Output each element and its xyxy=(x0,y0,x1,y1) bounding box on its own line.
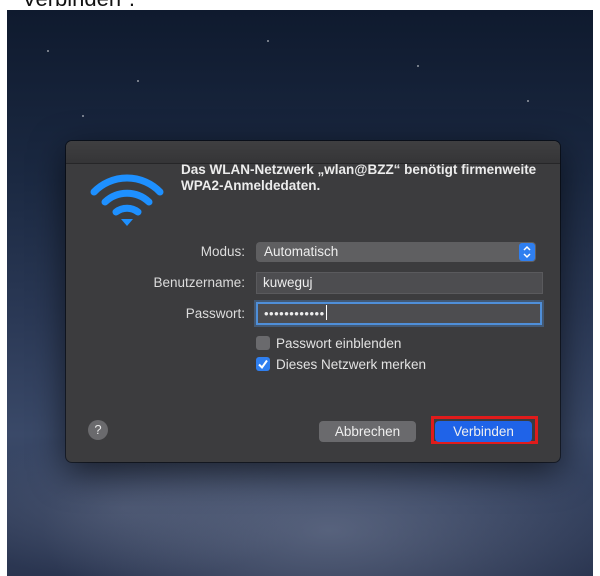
star-dot xyxy=(267,40,269,42)
show-password-option[interactable]: Passwort einblenden xyxy=(256,334,401,352)
cancel-button[interactable]: Abbrechen xyxy=(319,421,416,442)
remember-network-option[interactable]: Dieses Netzwerk merken xyxy=(256,355,426,373)
checkbox-unchecked-icon[interactable] xyxy=(256,336,270,350)
dialog-message: Das WLAN-Netzwerk „wlan@BZZ“ benötigt fi… xyxy=(181,162,537,193)
star-dot xyxy=(82,115,84,117)
connect-button[interactable]: Verbinden xyxy=(435,421,532,442)
star-dot xyxy=(417,65,419,67)
username-label: Benutzername: xyxy=(153,275,245,290)
password-dots: •••••••••••• xyxy=(264,306,325,321)
desktop-background: Das WLAN-Netzwerk „wlan@BZZ“ benötigt fi… xyxy=(7,10,593,576)
wifi-icon xyxy=(90,174,164,226)
show-password-label: Passwort einblenden xyxy=(276,335,402,351)
modus-value: Automatisch xyxy=(264,244,339,259)
remember-network-label: Dieses Netzwerk merken xyxy=(276,356,427,372)
wifi-login-dialog: Das WLAN-Netzwerk „wlan@BZZ“ benötigt fi… xyxy=(66,141,560,462)
star-dot xyxy=(47,50,49,52)
modus-label: Modus: xyxy=(200,244,245,259)
help-button[interactable]: ? xyxy=(88,420,108,440)
star-dot xyxy=(137,80,139,82)
checkbox-checked-icon[interactable] xyxy=(256,357,270,371)
password-field[interactable]: •••••••••••• xyxy=(256,302,542,325)
modus-select[interactable]: Automatisch xyxy=(256,242,536,262)
select-arrows-icon xyxy=(519,243,535,261)
username-field[interactable]: kuweguj xyxy=(256,272,543,294)
star-dot xyxy=(527,100,529,102)
text-cursor xyxy=(325,305,327,320)
password-label: Passwort: xyxy=(185,306,245,321)
